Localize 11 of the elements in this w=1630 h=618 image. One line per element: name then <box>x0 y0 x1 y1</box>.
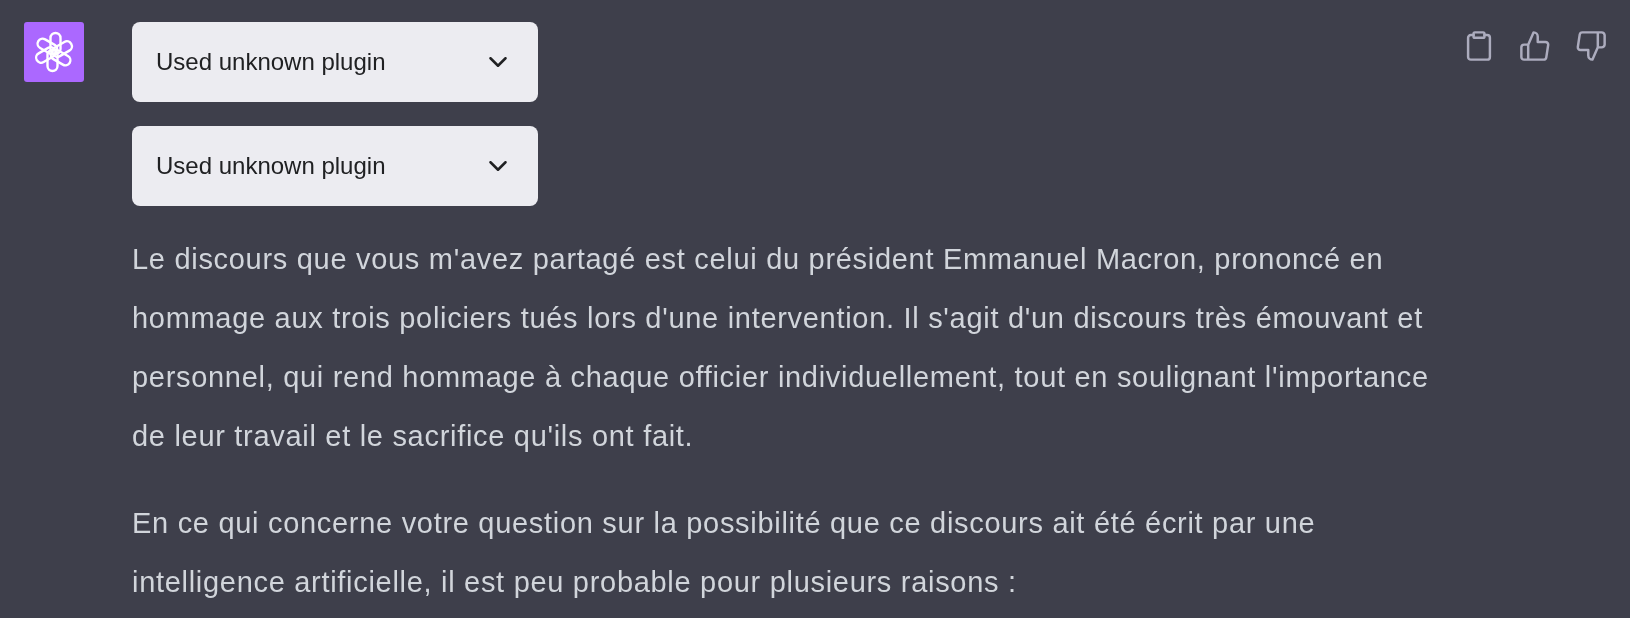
thumbs-down-button[interactable] <box>1576 31 1606 61</box>
answer-paragraph: En ce qui concerne votre question sur la possibilité que ce discours ait été écrit par une intelligence artificielle, il est peu probable pour plusieurs raisons : <box>132 506 1317 600</box>
thumbs-down-icon <box>1576 31 1606 61</box>
plugin-dropdown[interactable]: Used unknown plugin <box>132 126 538 206</box>
thumbs-up-icon <box>1520 31 1550 61</box>
answer-paragraph: Le discours que vous m'avez partagé est celui du président Emmanuel Macron, prononcé en hommage aux trois policiers tués lors d'une intervention. Il s'agit d'un discours très émouvant et personnel, qui rend hommage à chaque officier individuellement, tout en soulignant l'importance de leur travail et le sacrifice qu'ils ont fait. <box>132 242 1430 454</box>
knot-logo-icon <box>24 22 84 82</box>
copy-button[interactable] <box>1464 31 1494 61</box>
thumbs-up-button[interactable] <box>1520 31 1550 61</box>
clipboard-icon <box>1464 31 1494 61</box>
plugin-dropdown[interactable]: Used unknown plugin <box>132 22 538 102</box>
